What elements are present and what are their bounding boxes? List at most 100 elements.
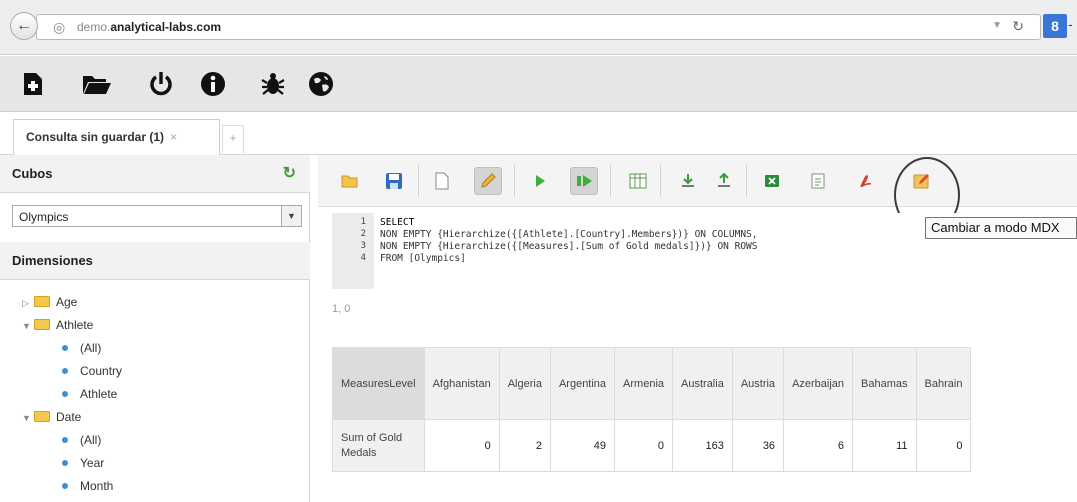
- level-bullet-icon: [62, 460, 68, 466]
- editor-gutter: 1 2 3 4: [332, 213, 374, 289]
- code-line[interactable]: NON EMPTY {Hierarchize({[Athlete].[Count…: [380, 229, 758, 240]
- url-text[interactable]: demo.analytical-labs.com: [77, 20, 221, 34]
- query-workspace: 1 2 3 4 SELECT NON EMPTY {Hierarchize({[…: [318, 155, 1077, 502]
- export-pdf-icon[interactable]: [852, 167, 880, 195]
- corner-header: MeasuresLevel: [332, 347, 425, 420]
- toolbar-separator: [514, 165, 515, 197]
- export-csv-icon[interactable]: [804, 167, 832, 195]
- toolbar-separator: [418, 165, 419, 197]
- tab-unsaved-query[interactable]: Consulta sin guardar (1) ×: [13, 119, 220, 155]
- refresh-cubes-icon[interactable]: ↻: [283, 163, 296, 183]
- column-header[interactable]: Austria: [731, 347, 785, 420]
- table-cell: 0: [423, 419, 500, 472]
- line-number: 2: [360, 229, 366, 239]
- app-toolbar: [0, 56, 1077, 112]
- tree-label: (All): [80, 433, 102, 447]
- auto-run-icon[interactable]: [570, 167, 598, 195]
- column-header[interactable]: Argentina: [549, 347, 616, 420]
- table-cell: 6: [783, 419, 854, 472]
- new-query-icon[interactable]: [18, 69, 48, 99]
- dimensions-title: Dimensiones: [12, 253, 93, 268]
- cursor-position: 1, 0: [332, 303, 351, 315]
- column-header[interactable]: Algeria: [498, 347, 551, 420]
- edit-query-icon[interactable]: [474, 167, 502, 195]
- tree-folder-date[interactable]: ▼ Date: [22, 410, 81, 424]
- drill-down-icon[interactable]: [674, 167, 702, 195]
- folder-icon: [34, 296, 50, 307]
- code-line[interactable]: SELECT: [380, 217, 414, 228]
- cube-select-value: Olympics: [19, 210, 69, 224]
- collapse-arrow-icon[interactable]: ▼: [22, 321, 34, 331]
- table-cell: 0: [915, 419, 972, 472]
- address-bar[interactable]: ◎ demo.analytical-labs.com ▼ ↻: [36, 14, 1041, 40]
- table-cell: 49: [549, 419, 616, 472]
- row-header-label: Sum of Gold Medals: [341, 431, 403, 459]
- tree-label: Date: [56, 410, 82, 424]
- google-dropdown[interactable]: -: [1068, 16, 1073, 32]
- drill-up-icon[interactable]: [710, 167, 738, 195]
- result-table: MeasuresLevel Afghanistan Algeria Argent…: [332, 347, 972, 472]
- save-query-icon[interactable]: [380, 167, 408, 195]
- level-bullet-icon: [62, 368, 68, 374]
- code-line[interactable]: NON EMPTY {Hierarchize({[Measures].[Sum …: [380, 241, 758, 252]
- chevron-down-icon[interactable]: ▼: [281, 206, 301, 226]
- url-dropdown-icon[interactable]: ▼: [992, 20, 1002, 31]
- line-number: 3: [360, 241, 366, 251]
- collapse-arrow-icon[interactable]: ▼: [22, 413, 34, 423]
- export-xls-icon[interactable]: [758, 167, 786, 195]
- browser-toolbar: ◎ demo.analytical-labs.com ▼ ↻ ← 8 -: [0, 0, 1077, 55]
- column-header[interactable]: Azerbaijan: [783, 347, 854, 420]
- toolbar-separator: [610, 165, 611, 197]
- tree-label: (All): [80, 341, 102, 355]
- bug-icon[interactable]: [258, 69, 288, 99]
- close-tab-icon[interactable]: ×: [170, 130, 177, 144]
- line-number: 1: [360, 217, 366, 227]
- tooltip: Cambiar a modo MDX: [925, 217, 1077, 239]
- globe-icon[interactable]: [306, 69, 336, 99]
- run-query-icon[interactable]: [526, 167, 554, 195]
- table-header-row: MeasuresLevel Afghanistan Algeria Argent…: [332, 347, 972, 420]
- tree-level-month[interactable]: Month: [62, 479, 113, 493]
- query-tabs: Consulta sin guardar (1) × +: [0, 113, 1077, 155]
- tree-level-athlete[interactable]: Athlete: [62, 387, 117, 401]
- open-query-icon[interactable]: [336, 167, 364, 195]
- column-header[interactable]: Australia: [672, 347, 733, 420]
- expand-arrow-icon[interactable]: ▷: [22, 298, 34, 309]
- table-cell: 36: [731, 419, 785, 472]
- open-folder-icon[interactable]: [82, 69, 112, 99]
- mdx-mode-icon[interactable]: [908, 167, 936, 195]
- tree-folder-age[interactable]: ▷ Age: [22, 295, 77, 309]
- reload-icon[interactable]: ↻: [1012, 18, 1024, 35]
- power-icon[interactable]: [146, 69, 176, 99]
- tree-level-date-all[interactable]: (All): [62, 433, 101, 447]
- toggle-fields-icon[interactable]: [624, 167, 652, 195]
- level-bullet-icon: [62, 437, 68, 443]
- tree-level-athlete-all[interactable]: (All): [62, 341, 101, 355]
- table-cell: 163: [672, 419, 733, 472]
- row-header[interactable]: Sum of Gold Medals: [332, 419, 425, 472]
- column-header[interactable]: Afghanistan: [423, 347, 500, 420]
- code-line[interactable]: FROM [Olympics]: [380, 253, 466, 264]
- back-button[interactable]: ←: [10, 12, 38, 40]
- level-bullet-icon: [62, 391, 68, 397]
- site-globe-icon: ◎: [53, 19, 66, 35]
- table-cell: 0: [614, 419, 674, 472]
- tab-label: Consulta sin guardar (1): [26, 130, 165, 144]
- toolbar-separator: [746, 165, 747, 197]
- tree-label: Age: [56, 295, 78, 309]
- table-row: Sum of Gold Medals 0 2 49 0 163 36 6 11 …: [332, 419, 972, 472]
- cubes-header: Cubos ↻: [0, 155, 310, 193]
- add-tab-button[interactable]: +: [222, 125, 244, 153]
- google-search-button[interactable]: 8: [1043, 14, 1067, 38]
- column-header[interactable]: Armenia: [614, 347, 674, 420]
- column-header[interactable]: Bahamas: [852, 347, 917, 420]
- tree-level-year[interactable]: Year: [62, 456, 104, 470]
- column-header[interactable]: Bahrain: [915, 347, 972, 420]
- new-document-icon[interactable]: [428, 167, 456, 195]
- tree-folder-athlete[interactable]: ▼ Athlete: [22, 318, 93, 332]
- back-arrow-icon: ←: [16, 17, 32, 34]
- info-icon[interactable]: [198, 69, 228, 99]
- cube-select[interactable]: Olympics ▼: [12, 205, 302, 227]
- query-toolbar: [318, 155, 1077, 233]
- tree-level-country[interactable]: Country: [62, 364, 122, 378]
